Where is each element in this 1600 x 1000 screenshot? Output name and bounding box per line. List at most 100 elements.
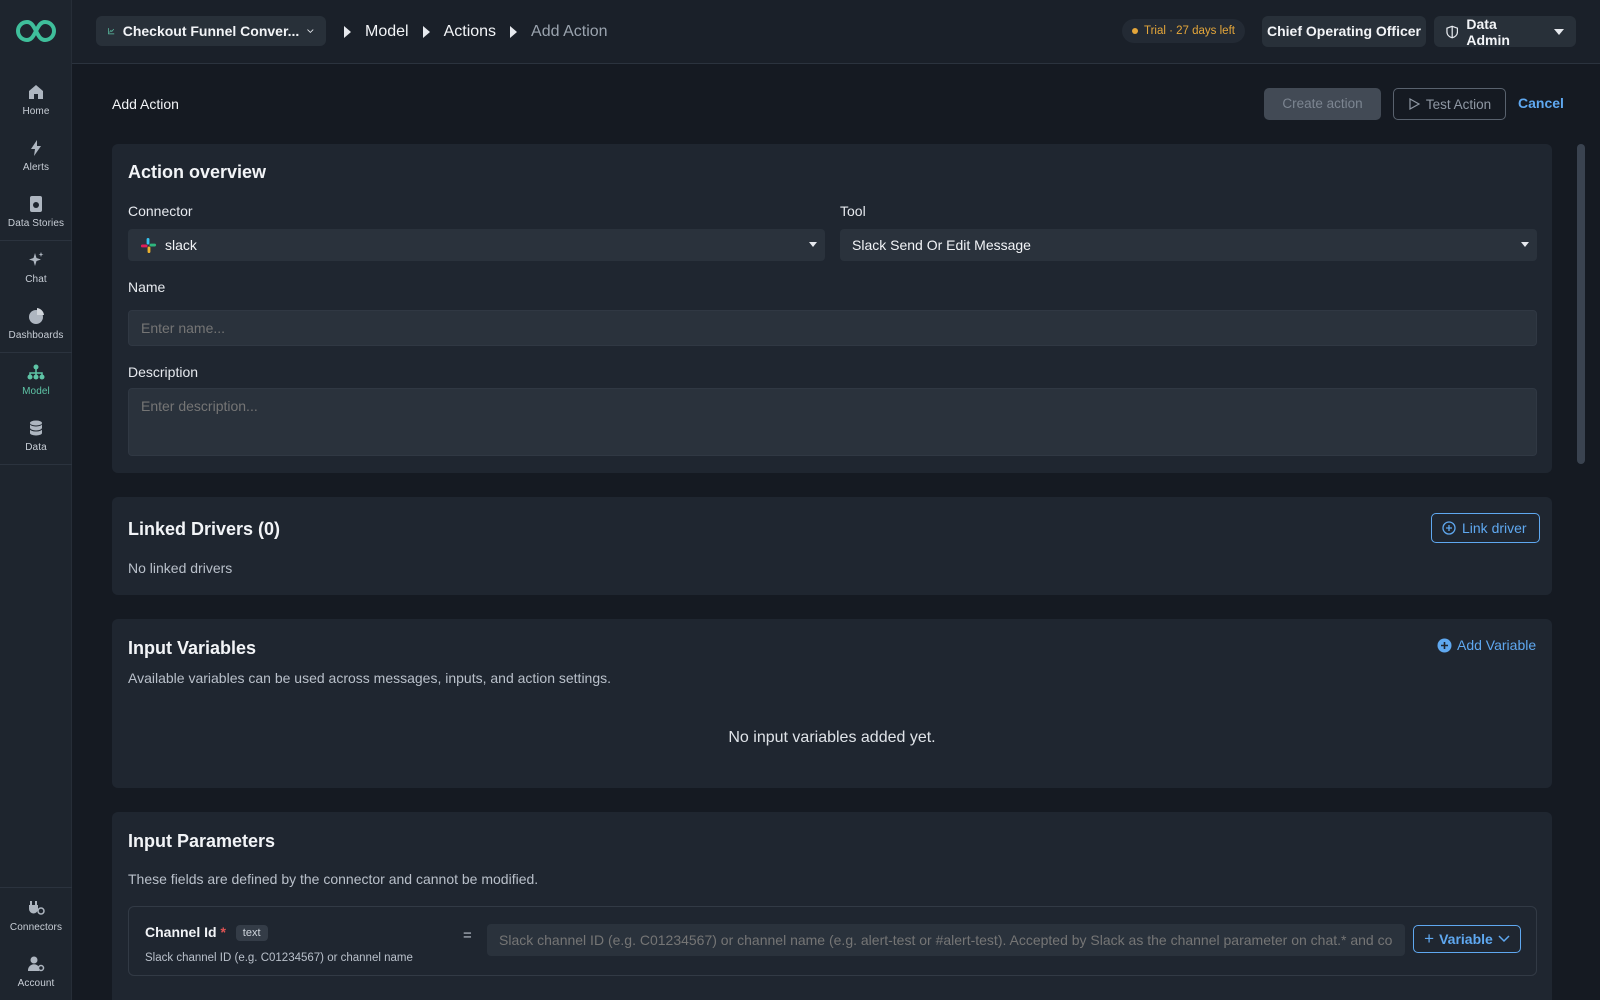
database-icon — [29, 420, 43, 436]
chevron-down-icon — [307, 29, 314, 34]
bolt-icon — [31, 140, 41, 156]
description-textarea[interactable] — [128, 388, 1537, 456]
linked-drivers-card: Linked Drivers (0) Link driver No linked… — [112, 497, 1552, 595]
breadcrumb-actions[interactable]: Actions — [444, 23, 496, 41]
variable-button-label: Variable — [1439, 931, 1493, 947]
plus-circle-icon — [1442, 521, 1456, 535]
sidebar-item-model[interactable]: Model — [0, 352, 72, 408]
tool-value: Slack Send Or Edit Message — [852, 237, 1031, 253]
slack-icon — [140, 237, 157, 253]
trial-badge[interactable]: Trial · 27 days left — [1122, 19, 1245, 43]
section-heading: Input Variables — [128, 638, 257, 658]
test-action-button[interactable]: Test Action — [1393, 88, 1506, 120]
parameters-subtitle: These fields are defined by the connecto… — [128, 871, 539, 887]
parameter-row: Channel Id * text Slack channel ID (e.g.… — [128, 906, 1537, 976]
sparkle-icon — [29, 252, 44, 266]
chevron-down-icon — [1498, 935, 1510, 943]
pie-icon — [29, 308, 44, 324]
nav-group-model: Model Data — [0, 352, 72, 465]
description-label: Description — [128, 364, 199, 380]
hierarchy-icon — [27, 364, 45, 380]
admin-label: Data Admin — [1466, 15, 1510, 48]
create-action-button[interactable]: Create action — [1264, 88, 1381, 120]
section-heading: Action overview — [128, 162, 267, 182]
link-driver-button[interactable]: Link driver — [1431, 513, 1540, 543]
home-icon — [29, 85, 43, 99]
variables-subtitle: Available variables can be used across m… — [128, 670, 612, 686]
sidebar-item-label: Dashboards — [8, 330, 64, 341]
breadcrumb-arrow-icon — [422, 26, 430, 38]
line-chart-icon — [108, 28, 115, 35]
caret-down-icon — [809, 242, 817, 247]
sidebar-item-alerts[interactable]: Alerts — [0, 128, 72, 184]
required-marker: * — [220, 924, 226, 940]
nav-group-bottom: Connectors Account — [0, 887, 72, 1000]
add-variable-label: Add Variable — [1457, 637, 1537, 653]
sidebar-item-dashboards[interactable]: Dashboards — [0, 296, 72, 352]
name-label: Name — [128, 279, 166, 295]
input-parameters-card: Input Parameters These fields are define… — [112, 812, 1552, 1000]
connector-select[interactable]: slack — [128, 229, 825, 261]
sidebar-item-home[interactable]: Home — [0, 72, 72, 128]
breadcrumb-arrow-icon — [344, 26, 351, 38]
parameter-name: Channel Id — [145, 924, 217, 940]
sidebar-item-label: Model — [22, 386, 50, 397]
page-title: Add Action — [112, 96, 179, 112]
nav-group-secondary: Chat Dashboards — [0, 240, 72, 353]
user-gear-icon — [27, 956, 45, 972]
app-logo[interactable] — [14, 17, 58, 45]
sidebar-item-data-stories[interactable]: Data Stories — [0, 184, 72, 240]
sidebar-item-label: Data Stories — [7, 218, 65, 229]
section-heading: Input Parameters — [128, 831, 276, 851]
tool-label: Tool — [840, 203, 866, 219]
breadcrumb-arrow-icon — [510, 26, 518, 38]
shield-icon — [1446, 25, 1459, 38]
sidebar-item-connectors[interactable]: Connectors — [0, 888, 72, 944]
parameter-name-wrap: Channel Id * text — [145, 924, 268, 942]
tool-select[interactable]: Slack Send Or Edit Message — [840, 229, 1537, 261]
breadcrumb-current: Add Action — [531, 23, 608, 40]
sidebar-item-chat[interactable]: Chat — [0, 240, 72, 296]
section-heading: Linked Drivers (0) — [128, 519, 281, 539]
scrollbar[interactable] — [1577, 144, 1585, 464]
connector-label: Connector — [128, 203, 193, 219]
connector-value: slack — [165, 237, 197, 253]
sidebar-item-data[interactable]: Data — [0, 408, 72, 464]
channel-id-input[interactable] — [487, 924, 1405, 956]
type-tag: text — [235, 925, 268, 942]
parameter-hint: Slack channel ID (e.g. C01234567) or cha… — [145, 952, 413, 964]
role-selector[interactable]: Chief Operating Officer — [1262, 16, 1426, 47]
cancel-button[interactable]: Cancel — [1518, 95, 1564, 111]
action-overview-card: Action overview Connector slack Tool Sla… — [112, 144, 1552, 473]
story-icon — [30, 196, 42, 212]
sidebar-item-label: Home — [22, 106, 50, 117]
sidebar-item-account[interactable]: Account — [0, 944, 72, 1000]
add-variable-button[interactable]: Add Variable — [1437, 637, 1536, 653]
caret-down-icon — [1521, 242, 1529, 247]
variable-button[interactable]: + Variable — [1413, 925, 1521, 953]
empty-drivers-text: No linked drivers — [128, 560, 233, 576]
admin-menu[interactable]: Data Admin — [1434, 15, 1576, 48]
nav-group-primary: Home Alerts Data Stories — [0, 72, 72, 241]
input-variables-card: Input Variables Add Variable Available v… — [112, 619, 1552, 788]
model-name: Checkout Funnel Conver... — [122, 23, 300, 39]
sidebar-item-label: Account — [17, 978, 55, 989]
caret-down-icon — [1554, 28, 1564, 35]
plus-circle-filled-icon — [1437, 638, 1452, 652]
sidebar-item-label: Data — [25, 442, 47, 453]
breadcrumb: Model Actions Add Action — [344, 18, 608, 46]
sidebar: Home Alerts Data Stories Chat Dashboards… — [0, 0, 72, 1000]
name-input[interactable] — [128, 310, 1537, 346]
test-action-label: Test Action — [1425, 96, 1492, 112]
link-driver-label: Link driver — [1462, 520, 1527, 536]
breadcrumb-model[interactable]: Model — [365, 23, 409, 41]
top-bar: Checkout Funnel Conver... Model Actions … — [72, 0, 1600, 64]
model-selector[interactable]: Checkout Funnel Conver... — [96, 16, 326, 46]
plus-icon: + — [1424, 929, 1435, 948]
equals-sign: = — [463, 927, 472, 944]
sidebar-item-label: Connectors — [9, 922, 63, 933]
sidebar-item-label: Chat — [25, 274, 47, 285]
empty-variables-text: No input variables added yet. — [728, 729, 936, 746]
play-icon — [1409, 98, 1420, 110]
sidebar-item-label: Alerts — [22, 162, 50, 173]
